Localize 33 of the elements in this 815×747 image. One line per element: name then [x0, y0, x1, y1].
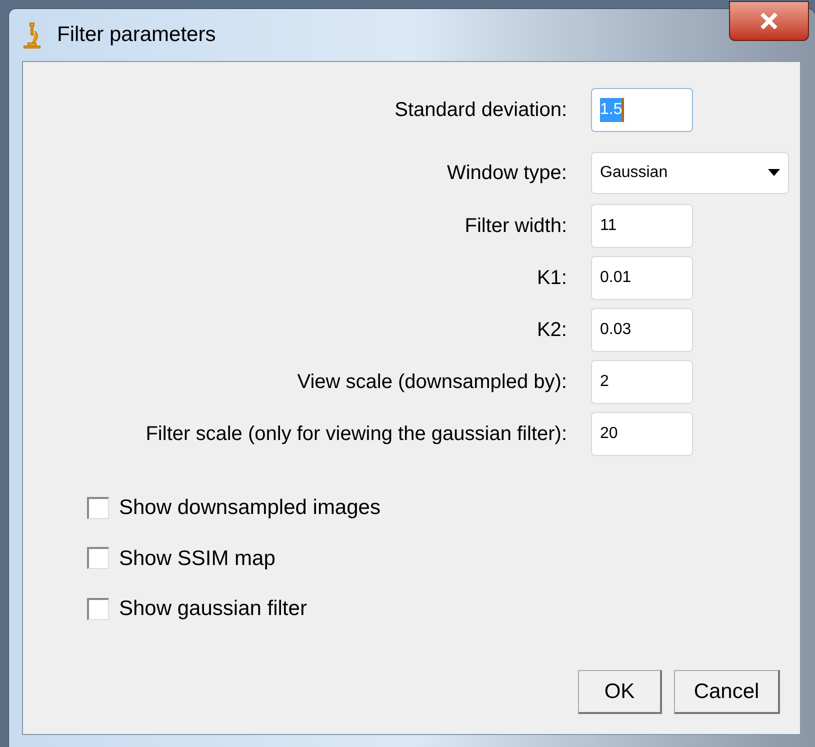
field-value: 0.03 [600, 320, 632, 340]
input-field[interactable]: 11 [591, 204, 693, 248]
close-icon [760, 13, 778, 29]
field-value: 2 [600, 372, 609, 392]
checkbox[interactable] [87, 598, 109, 620]
input-field[interactable]: 2 [591, 360, 693, 404]
dialog-button[interactable]: OK [578, 670, 662, 714]
field-label: Filter scale (only for viewing the gaussian filter): [144, 422, 567, 447]
field-value: 0.01 [600, 268, 632, 288]
field-label: View scale (downsampled by): [296, 370, 567, 395]
window-title: Filter parameters [57, 22, 216, 48]
input-field[interactable]: 20 [591, 412, 693, 456]
checkbox-label: Show SSIM map [119, 546, 276, 572]
field-label: Window type: [446, 161, 567, 186]
checkbox-label: Show downsampled images [119, 495, 380, 521]
field-value: 11 [600, 216, 617, 236]
field-label: K1: [536, 266, 567, 291]
input-field[interactable]: 0.01 [591, 256, 693, 300]
field-value: Gaussian [600, 163, 668, 183]
field-label: K2: [536, 318, 567, 343]
close-button[interactable] [729, 1, 809, 41]
field-value: 1.5 [600, 98, 624, 122]
caret-icon [768, 169, 780, 177]
input-field[interactable]: 0.03 [591, 308, 693, 352]
dialog-button[interactable]: Cancel [674, 670, 780, 714]
field-label: Standard deviation: [394, 98, 567, 123]
window-type-dropdown[interactable]: Gaussian [591, 152, 789, 194]
field-label: Filter width: [464, 214, 567, 239]
checkbox-label: Show gaussian filter [119, 596, 307, 622]
field-value: 20 [600, 424, 618, 444]
microscope-icon [21, 21, 43, 49]
checkbox[interactable] [87, 547, 109, 570]
checkbox[interactable] [87, 496, 109, 519]
